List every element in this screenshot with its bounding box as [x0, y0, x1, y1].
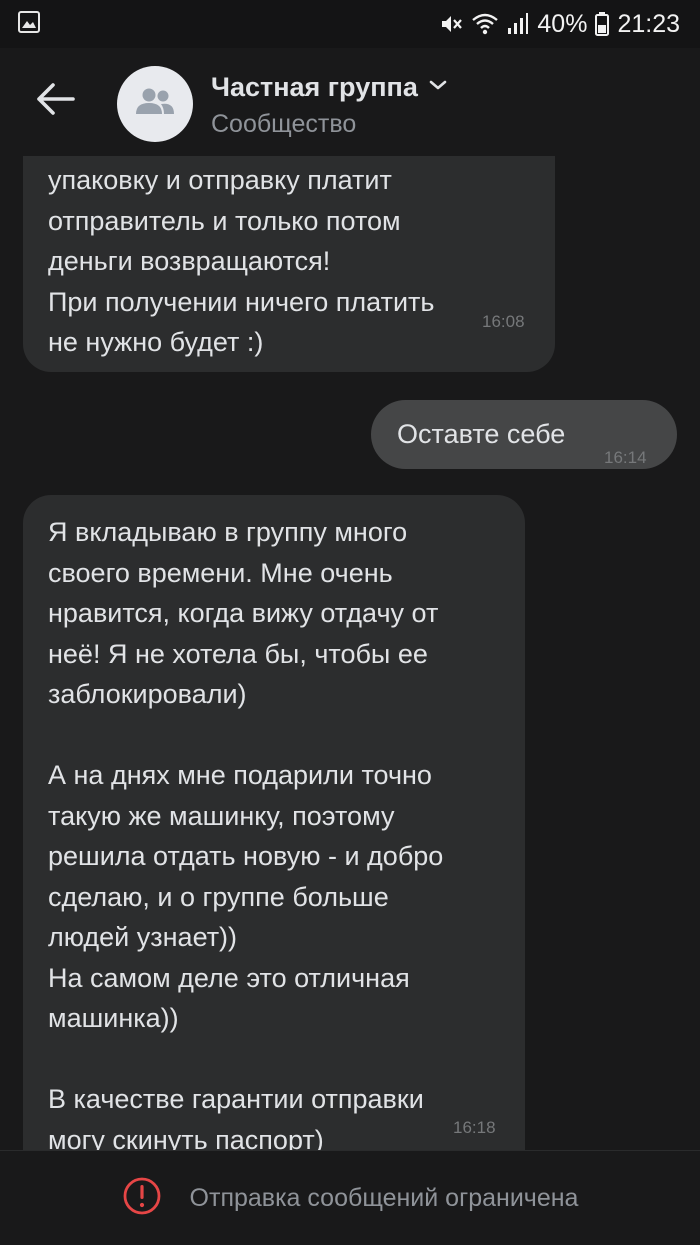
chat-header: Частная группа Сообщество: [0, 48, 700, 156]
messaging-restricted-bar: Отправка сообщений ограничена: [0, 1150, 700, 1245]
message-incoming[interactable]: упаковку и отправку платит отправитель и…: [23, 156, 555, 372]
battery-percent: 40%: [537, 9, 588, 38]
back-arrow-icon: [35, 82, 75, 121]
message-incoming[interactable]: Я вкладываю в группу много своего времен…: [23, 495, 525, 1150]
clock: 21:23: [617, 9, 680, 38]
mute-icon: [439, 12, 463, 36]
gallery-icon: [18, 11, 40, 33]
wifi-icon: [471, 12, 499, 36]
signal-icon: [507, 12, 529, 36]
chat-subtitle: Сообщество: [211, 110, 357, 138]
status-bar: 40% 21:23: [0, 0, 700, 48]
error-icon: [122, 1176, 162, 1221]
message-list[interactable]: упаковку и отправку платит отправитель и…: [0, 156, 700, 1150]
message-text: Я вкладываю в группу много своего времен…: [48, 517, 444, 1150]
message-outgoing[interactable]: Оставте себе 16:14: [371, 400, 677, 469]
chevron-down-icon: [428, 78, 448, 97]
battery-icon: [595, 12, 610, 36]
avatar[interactable]: [117, 66, 193, 142]
chat-title: Частная группа: [211, 72, 418, 102]
back-button[interactable]: [28, 74, 82, 128]
message-time: 16:18: [453, 1118, 496, 1137]
chat-title-button[interactable]: Частная группа: [211, 72, 448, 103]
message-time: 16:08: [482, 312, 525, 331]
message-text: Оставте себе: [397, 419, 566, 449]
message-text: упаковку и отправку платит отправитель и…: [48, 165, 435, 357]
status-indicators: 40% 21:23: [439, 8, 680, 40]
restriction-notice: Отправка сообщений ограничена: [189, 1183, 579, 1212]
group-avatar-icon: [134, 87, 176, 122]
message-time: 16:14: [604, 448, 647, 467]
